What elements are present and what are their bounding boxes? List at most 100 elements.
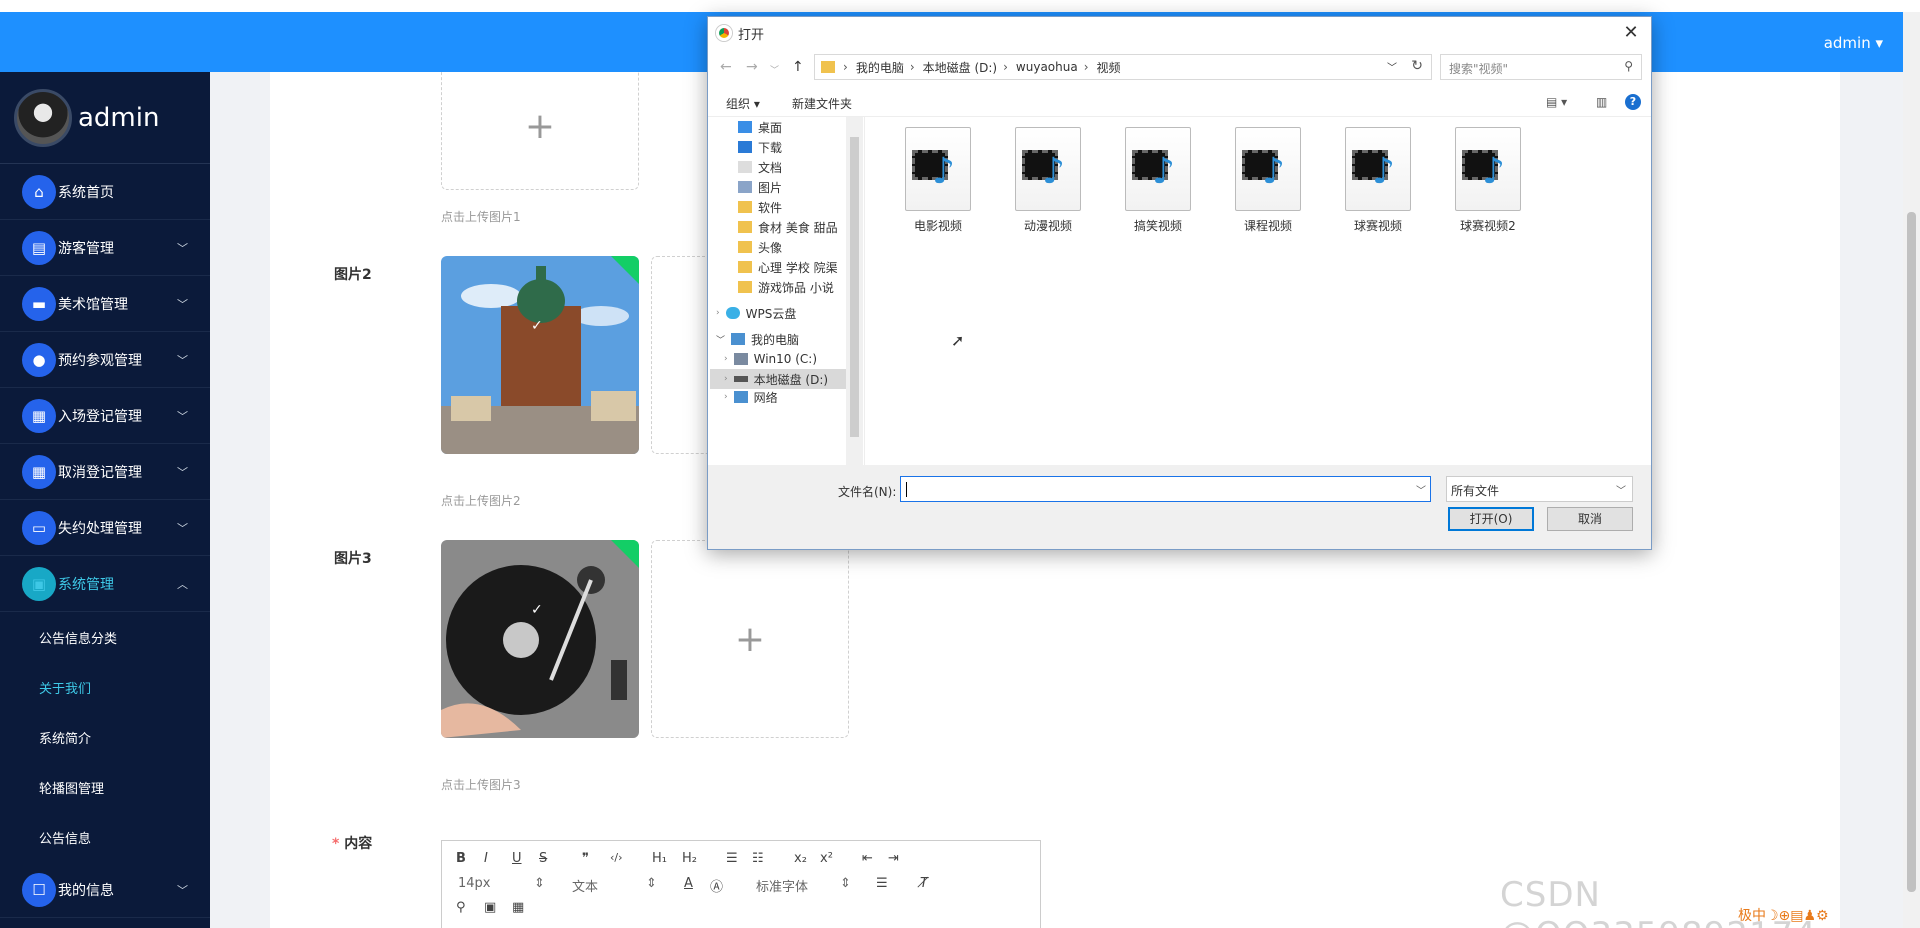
clear-format-icon[interactable]: T̸ xyxy=(920,876,928,891)
tree-item-label: 网络 xyxy=(753,391,778,403)
image1-upload[interactable]: + xyxy=(441,72,639,190)
image2-thumbnail[interactable]: ✓ xyxy=(441,256,639,454)
chevron-updown-icon: ⇕ xyxy=(646,876,657,891)
background-color-icon[interactable]: Ⓐ xyxy=(710,876,723,895)
close-icon[interactable]: ✕ xyxy=(1617,19,1645,47)
dialog-title: 打开 xyxy=(738,27,765,43)
video-icon[interactable]: ▦ xyxy=(512,900,524,915)
text-style-select[interactable]: 文本 xyxy=(572,876,598,895)
breadcrumb-item[interactable]: wuyaohua xyxy=(1016,60,1078,74)
italic-button[interactable]: I xyxy=(484,851,488,866)
file-item[interactable]: ♪ 球赛视频2 xyxy=(1443,127,1533,234)
code-button[interactable]: ‹/› xyxy=(610,851,623,864)
sidebar-subitem-notice[interactable]: 公告信息 xyxy=(0,812,210,862)
download-icon xyxy=(738,141,752,153)
chrome-icon xyxy=(716,25,732,41)
link-icon[interactable]: ⚲ xyxy=(456,900,466,915)
recent-dropdown-icon[interactable]: ﹀ xyxy=(770,63,779,76)
file-item[interactable]: ♪ 课程视频 xyxy=(1223,127,1313,234)
sidebar-item-label: 入场登记管理 xyxy=(58,408,142,425)
file-item[interactable]: ♪ 电影视频 xyxy=(893,127,983,234)
tree-item-drive-c[interactable]: › Win10 (C:) xyxy=(724,349,817,369)
tree-item-psychology[interactable]: 心理 学校 院渠 xyxy=(738,257,838,277)
sidebar-subitem-about[interactable]: 关于我们 xyxy=(0,662,210,712)
underline-button[interactable]: U xyxy=(512,851,522,866)
h2-button[interactable]: H₂ xyxy=(682,851,697,866)
open-button[interactable]: 打开(O) xyxy=(1448,507,1534,531)
tree-scrollbar[interactable] xyxy=(846,117,863,465)
sidebar-item-visitors[interactable]: ▤ 游客管理 ﹀ xyxy=(0,220,210,276)
tree-item-desktop[interactable]: 桌面📌 xyxy=(738,117,782,137)
sidebar-item-noshow[interactable]: ▭ 失约处理管理 ﹀ xyxy=(0,500,210,556)
tree-item-games[interactable]: 游戏饰品 小说 xyxy=(738,277,834,297)
tree-item-pictures[interactable]: 图片📌 xyxy=(738,177,782,197)
new-folder-button[interactable]: 新建文件夹 xyxy=(792,95,852,112)
address-bar[interactable]: › 我的电脑 › 本地磁盘 (D:) › wuyaohua › 视频 ﹀ ↻ xyxy=(814,54,1432,80)
user-menu[interactable]: admin ▾ xyxy=(1824,34,1883,52)
refresh-icon[interactable]: ↻ xyxy=(1411,58,1423,74)
sidebar-item-gallery[interactable]: ▬ 美术馆管理 ﹀ xyxy=(0,276,210,332)
align-icon[interactable]: ☰ xyxy=(876,876,888,891)
tree-scrollbar-thumb[interactable] xyxy=(850,137,859,437)
sidebar-subitem-intro[interactable]: 系统简介 xyxy=(0,712,210,762)
image3-upload[interactable]: + xyxy=(651,540,849,738)
sidebar-subitem-carousel[interactable]: 轮播图管理 xyxy=(0,762,210,812)
sidebar-item-cancel[interactable]: ▦ 取消登记管理 ﹀ xyxy=(0,444,210,500)
rich-text-editor[interactable]: B I U S ❞ ‹/› H₁ H₂ ☰ ☷ x₂ x² ⇤ ⇥ 14px ⇕… xyxy=(441,840,1041,928)
tree-item-this-pc[interactable]: ﹀ 我的电脑 xyxy=(716,329,799,349)
tree-item-drive-d[interactable]: › 本地磁盘 (D:) xyxy=(710,369,846,389)
bold-button[interactable]: B xyxy=(456,851,466,866)
image-icon[interactable]: ▣ xyxy=(484,900,496,915)
sidebar-item-entry[interactable]: ▦ 入场登记管理 ﹀ xyxy=(0,388,210,444)
tree-item-software[interactable]: 软件📌 xyxy=(738,197,782,217)
breadcrumb-item[interactable]: 我的电脑 xyxy=(856,59,904,76)
preview-pane-icon[interactable]: ▥ xyxy=(1596,95,1607,109)
sidebar-item-profile[interactable]: ☐ 我的信息 ﹀ xyxy=(0,862,210,918)
tree-item-network[interactable]: › 网络 xyxy=(724,391,778,403)
forward-arrow-icon[interactable]: → xyxy=(746,59,758,75)
sidebar-item-home[interactable]: ⌂ 系统首页 xyxy=(0,164,210,220)
up-arrow-icon[interactable]: ↑ xyxy=(792,59,804,75)
chevron-down-icon[interactable]: ﹀ xyxy=(1387,59,1397,74)
tree-item-documents[interactable]: 文档📌 xyxy=(738,157,782,177)
font-color-icon[interactable]: A xyxy=(684,876,693,891)
superscript-button[interactable]: x² xyxy=(820,851,833,866)
tree-item-wps[interactable]: › WPS云盘 xyxy=(716,303,796,323)
sidebar-item-system[interactable]: ▣ 系统管理 ︿ xyxy=(0,556,210,612)
organize-menu[interactable]: 组织 ▾ xyxy=(726,95,760,112)
file-item[interactable]: ♪ 搞笑视频 xyxy=(1113,127,1203,234)
indent-button[interactable]: ⇥ xyxy=(888,851,899,866)
strike-button[interactable]: S xyxy=(539,851,547,866)
help-icon[interactable]: ? xyxy=(1625,94,1641,110)
outdent-button[interactable]: ⇤ xyxy=(862,851,873,866)
cancel-button[interactable]: 取消 xyxy=(1547,507,1633,531)
ordered-list-button[interactable]: ☰ xyxy=(726,851,738,866)
file-item[interactable]: ♪ 球赛视频 xyxy=(1333,127,1423,234)
image3-thumbnail[interactable]: ✓ xyxy=(441,540,639,738)
font-size-select[interactable]: 14px xyxy=(458,876,491,891)
page-scrollbar-thumb[interactable] xyxy=(1907,212,1916,892)
folder-icon xyxy=(738,241,752,253)
file-item[interactable]: ♪ 动漫视频 xyxy=(1003,127,1093,234)
view-icon[interactable]: ▤ ▾ xyxy=(1546,95,1567,109)
tree-item-food[interactable]: 食材 美食 甜品 xyxy=(738,217,838,237)
bullet-list-button[interactable]: ☷ xyxy=(752,851,764,866)
sidebar-item-reservations[interactable]: ● 预约参观管理 ﹀ xyxy=(0,332,210,388)
image1-hint: 点击上传图片1 xyxy=(441,210,521,224)
filename-input[interactable]: ﹀ xyxy=(900,476,1431,502)
page-scrollbar[interactable] xyxy=(1903,12,1920,928)
chevron-down-icon[interactable]: ﹀ xyxy=(1416,482,1426,497)
breadcrumb-item[interactable]: 视频 xyxy=(1097,59,1121,76)
quote-button[interactable]: ❞ xyxy=(582,851,589,866)
font-family-select[interactable]: 标准字体 xyxy=(756,876,808,895)
drive-icon xyxy=(733,353,748,365)
breadcrumb-item[interactable]: 本地磁盘 (D:) xyxy=(923,59,997,76)
h1-button[interactable]: H₁ xyxy=(652,851,667,866)
tree-item-downloads[interactable]: 下载📌 xyxy=(738,137,782,157)
subscript-button[interactable]: x₂ xyxy=(794,851,807,866)
tree-item-avatar[interactable]: 头像 xyxy=(738,237,782,257)
back-arrow-icon[interactable]: ← xyxy=(720,59,732,75)
filetype-select[interactable]: 所有文件 ﹀ xyxy=(1446,476,1633,502)
sidebar-subitem-notice-category[interactable]: 公告信息分类 xyxy=(0,612,210,662)
search-input[interactable]: 搜索"视频" ⚲ xyxy=(1440,54,1642,80)
